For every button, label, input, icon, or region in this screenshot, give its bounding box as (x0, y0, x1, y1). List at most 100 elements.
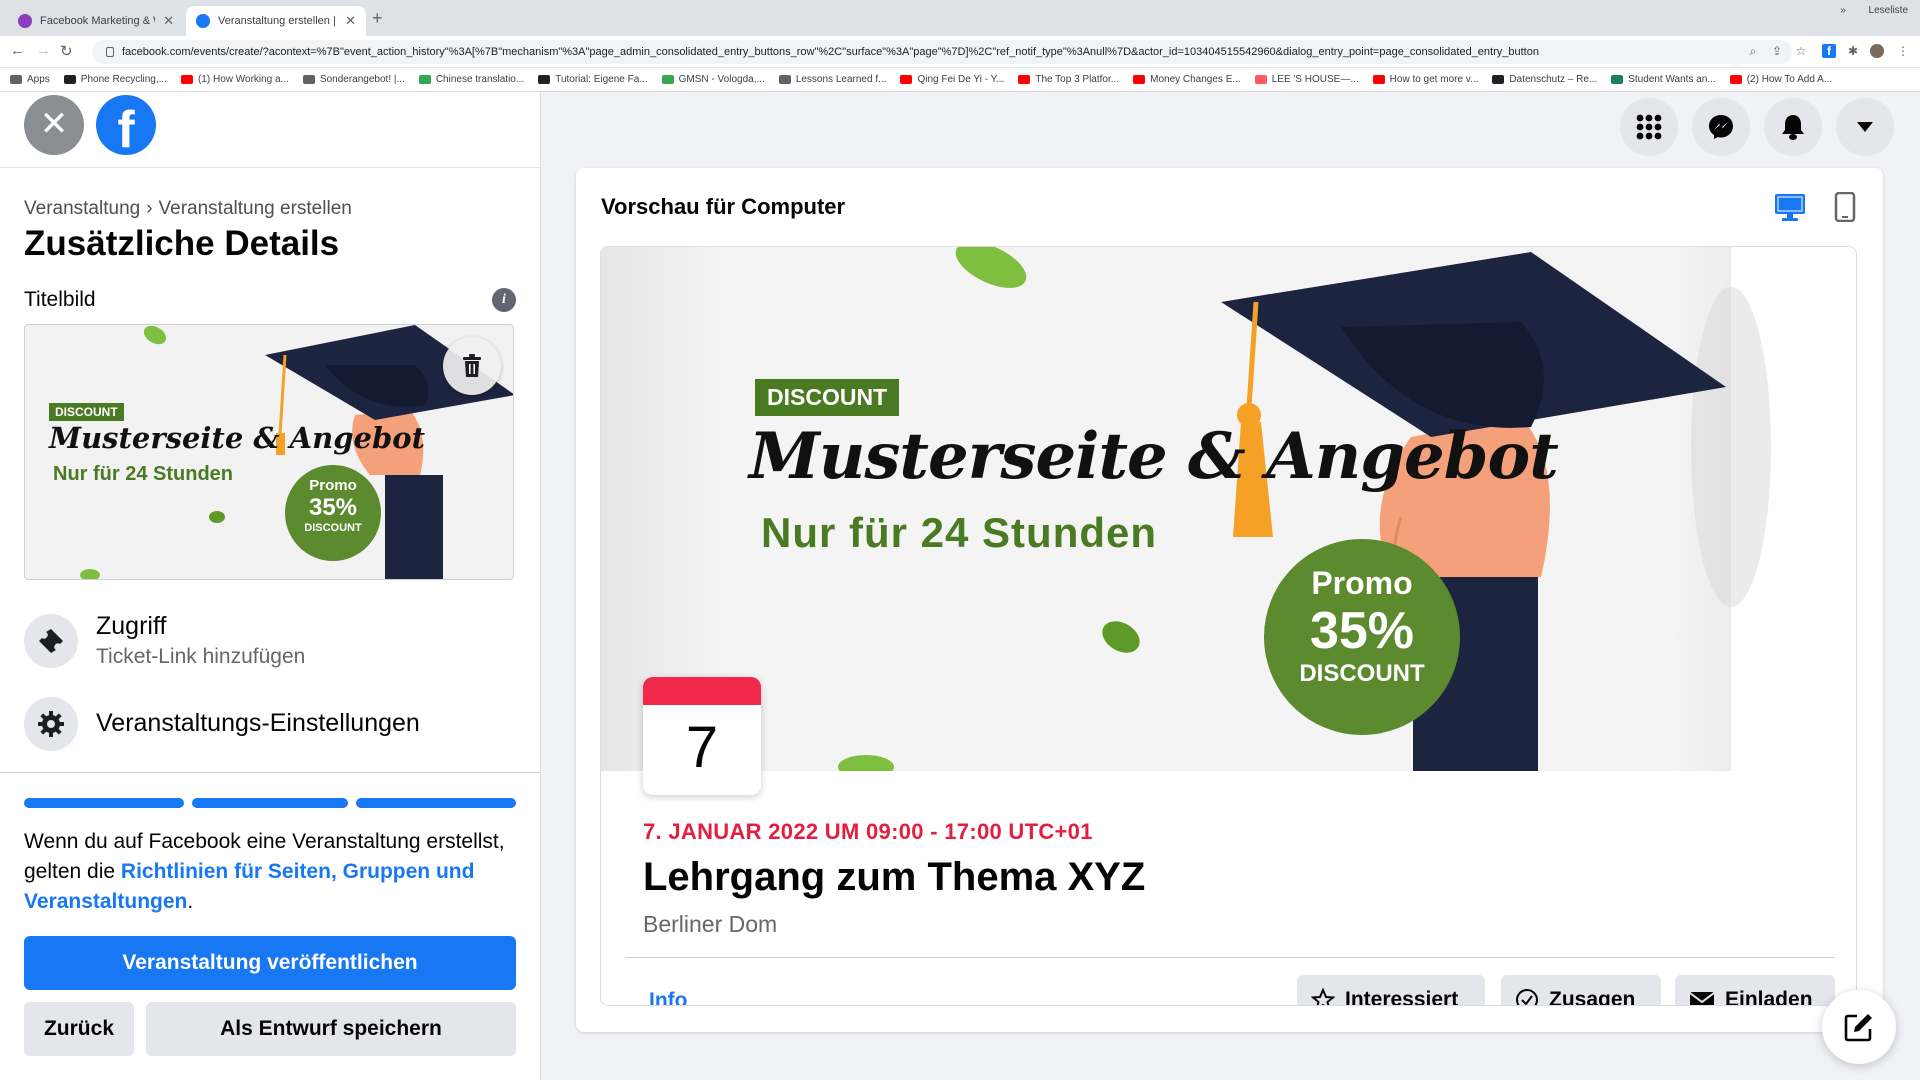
bookmark-star-icon[interactable]: ☆ (1794, 44, 1808, 58)
event-settings-title[interactable]: Veranstaltungs-Einstellungen (96, 709, 420, 738)
address-bar[interactable]: facebook.com/events/create/?acontext=%7B… (92, 40, 1792, 64)
progress-step-2 (192, 798, 348, 808)
back-button[interactable]: Zurück (24, 1002, 134, 1056)
breadcrumb: Veranstaltung › Veranstaltung erstellen (24, 198, 352, 220)
invite-button[interactable]: Einladen (1675, 975, 1835, 1005)
bookmark-favicon-icon (778, 75, 791, 84)
star-icon (1311, 988, 1335, 1005)
tab-title: Facebook Marketing & Werbea (40, 15, 155, 27)
reload-icon[interactable]: ↻ (60, 42, 73, 60)
facebook-logo[interactable]: f (96, 95, 156, 155)
compose-icon (1844, 1014, 1872, 1042)
bookmark-favicon-icon (180, 75, 193, 84)
tab-close-icon[interactable]: ✕ (163, 13, 174, 29)
publish-button[interactable]: Veranstaltung veröffentlichen (24, 936, 516, 990)
messenger-button[interactable] (1692, 98, 1750, 156)
tab-close-icon[interactable]: ✕ (345, 13, 356, 29)
account-menu-button[interactable] (1836, 98, 1894, 156)
bell-icon (1782, 115, 1804, 140)
bookmark-favicon-icon (1018, 75, 1031, 84)
mobile-preview-toggle[interactable] (1834, 191, 1856, 227)
profile-avatar[interactable] (1870, 44, 1884, 58)
bookmark-label: Money Changes E... (1150, 74, 1241, 85)
bookmark-item[interactable]: How to get more v... (1372, 74, 1479, 85)
caret-down-icon (1857, 122, 1873, 132)
bookmark-item[interactable]: Sonderangebot! |... (302, 74, 405, 85)
extensions-icon[interactable]: ✱ (1846, 44, 1860, 58)
terms-end: . (187, 890, 194, 913)
bookmark-favicon-icon (538, 75, 551, 84)
save-draft-button[interactable]: Als Entwurf speichern (146, 1002, 516, 1056)
bookmark-item[interactable]: Tutorial: Eigene Fa... (538, 74, 648, 85)
event-datetime: 7. JANUAR 2022 UM 09:00 - 17:00 UTC+01 (643, 819, 1093, 844)
new-tab-button[interactable]: + (372, 8, 383, 29)
bookmark-favicon-icon (1133, 75, 1146, 84)
tab-title: Veranstaltung erstellen | Faceb (218, 15, 337, 27)
promo-percent: 35% (1309, 602, 1415, 660)
menu-button[interactable] (1620, 98, 1678, 156)
tab-favicon-icon (18, 14, 32, 28)
interested-button[interactable]: Interessiert (1297, 975, 1485, 1005)
access-title[interactable]: Zugriff (96, 612, 166, 641)
bookmark-item[interactable]: (2) How To Add A... (1729, 74, 1832, 85)
preview-title: Vorschau für Computer (601, 194, 846, 219)
grid-menu-icon (1636, 114, 1662, 140)
bookmark-item[interactable]: Phone Recycling,... (63, 74, 167, 85)
bookmark-item[interactable]: GMSN - Vologda,... (661, 74, 765, 85)
zoom-icon[interactable]: ⌕ (1746, 44, 1760, 58)
bookmark-item[interactable]: Datenschutz – Re... (1492, 74, 1597, 85)
breadcrumb-parent[interactable]: Veranstaltung (24, 198, 140, 219)
facebook-extension-icon[interactable]: f (1822, 44, 1836, 58)
close-button[interactable]: ✕ (24, 95, 84, 155)
new-message-button[interactable] (1822, 990, 1896, 1064)
promo-seal: Promo 35% DISCOUNT (1264, 539, 1460, 735)
back-arrow-icon[interactable]: ← (10, 42, 25, 59)
more-bookmarks-icon[interactable]: » (1840, 5, 1846, 16)
bookmark-label: The Top 3 Platfor... (1035, 74, 1120, 85)
divider (0, 772, 540, 773)
delete-cover-button[interactable] (443, 337, 501, 395)
apps-grid-icon (10, 75, 22, 84)
bookmark-label: Lessons Learned f... (795, 74, 887, 85)
bookmark-item[interactable]: Chinese translatio... (418, 74, 524, 85)
reading-list[interactable]: » Leseliste (1840, 5, 1908, 16)
browser-menu-icon[interactable]: ⋮ (1896, 44, 1910, 58)
bookmark-item[interactable]: Apps (10, 74, 50, 85)
promo-seal: Promo 35% DISCOUNT (285, 465, 381, 561)
going-button[interactable]: Zusagen (1501, 975, 1661, 1005)
bookmark-item[interactable]: Lessons Learned f... (778, 74, 887, 85)
notifications-button[interactable] (1764, 98, 1822, 156)
bookmark-favicon-icon (661, 75, 674, 84)
bookmark-label: Datenschutz – Re... (1509, 74, 1598, 85)
terms-notice: Wenn du auf Facebook eine Veranstaltung … (24, 827, 514, 917)
browser-tab-bar: Facebook Marketing & Werbea ✕ Veranstalt… (0, 0, 1920, 36)
tab-favicon-icon (196, 14, 210, 28)
access-subtitle[interactable]: Ticket-Link hinzufügen (96, 645, 305, 669)
bookmark-item[interactable]: Money Changes E... (1133, 74, 1241, 85)
cover-image-thumbnail[interactable]: DISCOUNT Musterseite & Angebot Nur für 2… (24, 324, 514, 580)
bookmark-favicon-icon (1492, 75, 1505, 84)
forward-arrow-icon[interactable]: → (36, 42, 51, 59)
ticket-icon-wrapper[interactable] (24, 614, 78, 668)
bookmark-item[interactable]: LEE 'S HOUSE—... (1254, 74, 1359, 85)
gear-icon-wrapper[interactable] (24, 697, 78, 751)
page-title: Zusätzliche Details (24, 224, 340, 263)
bookmark-item[interactable]: Qing Fei De Yi - Y... (900, 74, 1004, 85)
cover-subline: Nur für 24 Stunden (761, 509, 1158, 556)
desktop-preview-toggle[interactable] (1774, 192, 1806, 227)
bookmark-item[interactable]: Student Wants an... (1611, 74, 1716, 85)
tab-info[interactable]: Info (649, 989, 687, 1005)
share-icon[interactable]: ⇪ (1770, 44, 1784, 58)
bookmark-label: How to get more v... (1389, 74, 1479, 85)
bookmark-label: Tutorial: Eigene Fa... (555, 74, 648, 85)
browser-toolbar: ← → ↻ facebook.com/events/create/?aconte… (0, 36, 1920, 68)
preview-panel: Vorschau für Computer DISCOUNT Mustersei… (576, 168, 1883, 1032)
promo-bottom: DISCOUNT (1299, 660, 1425, 687)
browser-tab-active[interactable]: Veranstaltung erstellen | Faceb ✕ (186, 6, 366, 36)
info-icon[interactable]: i (492, 288, 516, 312)
bookmark-item[interactable]: (1) How Working a... (180, 74, 289, 85)
bookmark-favicon-icon (1611, 75, 1624, 84)
trash-icon (463, 354, 481, 377)
bookmark-item[interactable]: The Top 3 Platfor... (1018, 74, 1119, 85)
browser-tab[interactable]: Facebook Marketing & Werbea ✕ (8, 6, 184, 36)
